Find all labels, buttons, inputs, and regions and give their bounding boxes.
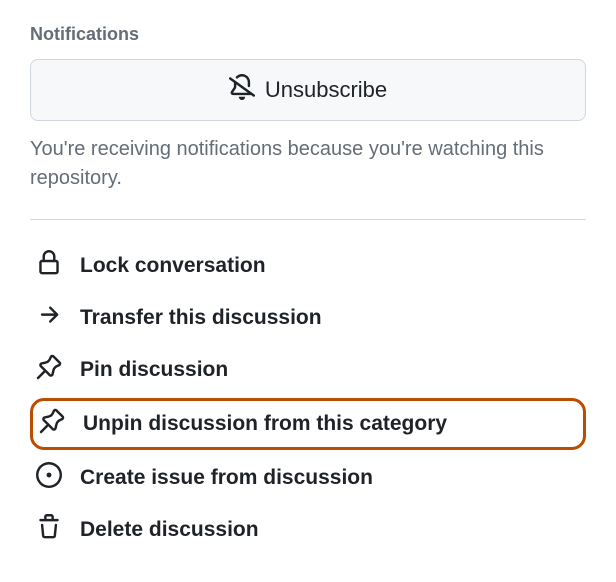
arrow-right-icon (36, 302, 62, 334)
pin-icon (39, 408, 65, 440)
unpin-from-category-action[interactable]: Unpin discussion from this category (30, 398, 586, 450)
discussion-actions-list: Lock conversation Transfer this discussi… (30, 242, 586, 554)
issue-opened-icon (36, 462, 62, 494)
action-label: Unpin discussion from this category (83, 412, 447, 436)
notification-reason-text: You're receiving notifications because y… (30, 135, 586, 193)
action-label: Create issue from discussion (80, 466, 373, 490)
unsubscribe-button[interactable]: Unsubscribe (30, 59, 586, 121)
notifications-heading: Notifications (30, 24, 586, 45)
unsubscribe-button-label: Unsubscribe (265, 77, 387, 103)
section-divider (30, 219, 586, 220)
lock-conversation-action[interactable]: Lock conversation (30, 242, 586, 290)
action-label: Transfer this discussion (80, 306, 322, 330)
delete-discussion-action[interactable]: Delete discussion (30, 506, 586, 554)
action-label: Pin discussion (80, 358, 228, 382)
notifications-section: Notifications Unsubscribe You're receivi… (30, 24, 586, 193)
trash-icon (36, 514, 62, 546)
action-label: Delete discussion (80, 518, 259, 542)
lock-icon (36, 250, 62, 282)
pin-discussion-action[interactable]: Pin discussion (30, 346, 586, 394)
pin-icon (36, 354, 62, 386)
create-issue-action[interactable]: Create issue from discussion (30, 454, 586, 502)
bell-slash-icon (229, 74, 255, 106)
action-label: Lock conversation (80, 254, 266, 278)
transfer-discussion-action[interactable]: Transfer this discussion (30, 294, 586, 342)
